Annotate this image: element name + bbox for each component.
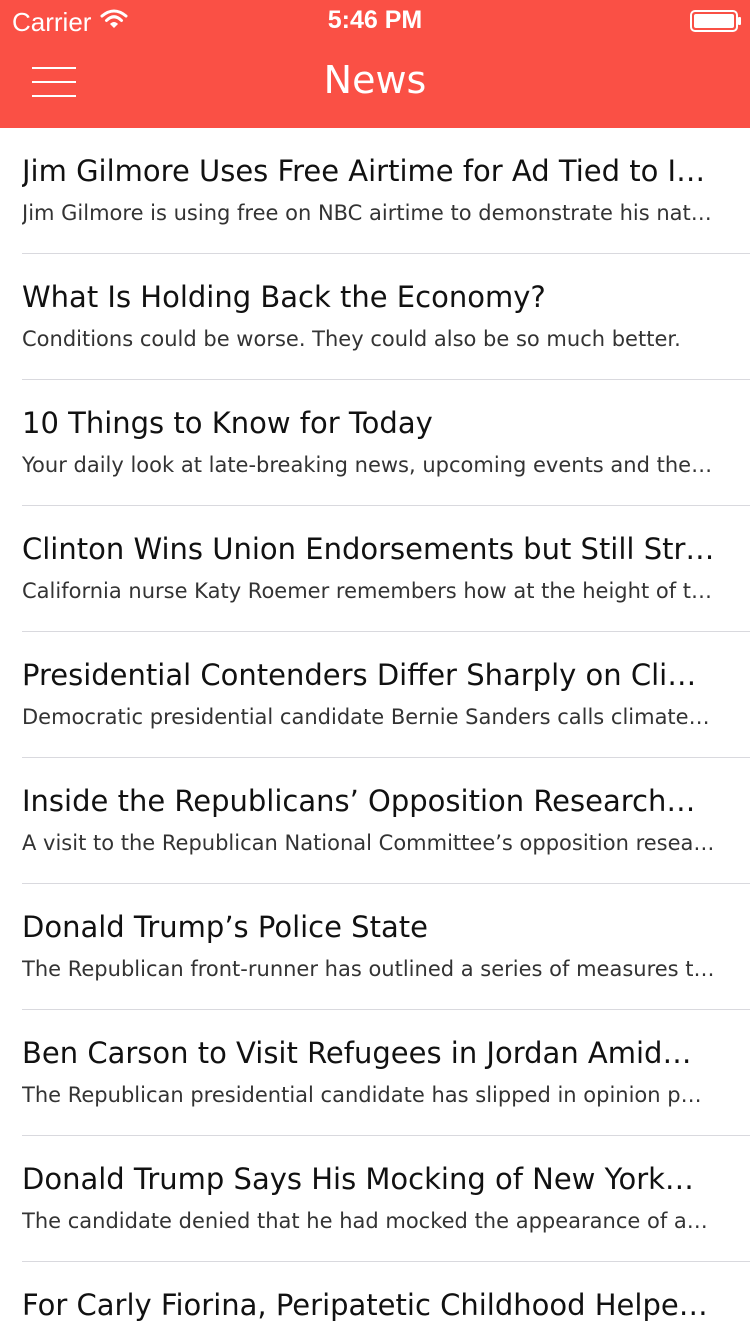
news-title: 10 Things to Know for Today [22, 406, 433, 440]
news-row[interactable]: 10 Things to Know for Today Your daily l… [0, 380, 750, 506]
news-summary: A visit to the Republican National Commi… [22, 831, 715, 855]
page-title: News [323, 58, 427, 102]
battery-icon [690, 10, 741, 32]
news-summary: The Republican front-runner has outlined… [22, 957, 715, 981]
nav-bar: News [0, 40, 750, 128]
news-summary: Democratic presidential candidate Bernie… [22, 705, 710, 729]
app-header: Carrier 5:46 PM News [0, 0, 750, 128]
news-title: Presidential Contenders Differ Sharply o… [22, 658, 697, 692]
news-row[interactable]: Jim Gilmore Uses Free Airtime for Ad Tie… [0, 128, 750, 254]
news-summary: The candidate denied that he had mocked … [22, 1209, 708, 1233]
news-title: Inside the Republicans’ Opposition Resea… [22, 784, 696, 818]
news-row[interactable]: Clinton Wins Union Endorsements but Stil… [0, 506, 750, 632]
news-row[interactable]: Inside the Republicans’ Opposition Resea… [0, 758, 750, 884]
news-summary: The Republican presidential candidate ha… [22, 1083, 702, 1107]
news-summary: California nurse Katy Roemer remembers h… [22, 579, 713, 603]
news-row[interactable]: For Carly Fiorina, Peripatetic Childhood… [0, 1262, 750, 1334]
news-title: Clinton Wins Union Endorsements but Stil… [22, 532, 715, 566]
status-bar: Carrier 5:46 PM [0, 0, 750, 40]
news-title: Donald Trump’s Police State [22, 910, 428, 944]
news-row[interactable]: Ben Carson to Visit Refugees in Jordan A… [0, 1010, 750, 1136]
news-title: For Carly Fiorina, Peripatetic Childhood… [22, 1288, 708, 1322]
news-title: Jim Gilmore Uses Free Airtime for Ad Tie… [22, 154, 706, 188]
news-summary: Conditions could be worse. They could al… [22, 327, 681, 351]
news-summary: Jim Gilmore is using free on NBC airtime… [22, 201, 712, 225]
news-summary: Your daily look at late-breaking news, u… [22, 453, 713, 477]
news-title: Ben Carson to Visit Refugees in Jordan A… [22, 1036, 692, 1070]
news-title: Donald Trump Says His Mocking of New Yor… [22, 1162, 694, 1196]
news-row[interactable]: Presidential Contenders Differ Sharply o… [0, 632, 750, 758]
news-title: What Is Holding Back the Economy? [22, 280, 546, 314]
news-row[interactable]: Donald Trump Says His Mocking of New Yor… [0, 1136, 750, 1262]
status-time: 5:46 PM [327, 6, 423, 34]
news-row[interactable]: What Is Holding Back the Economy? Condit… [0, 254, 750, 380]
news-list[interactable]: Jim Gilmore Uses Free Airtime for Ad Tie… [0, 128, 750, 1334]
news-row[interactable]: Donald Trump’s Police State The Republic… [0, 884, 750, 1010]
